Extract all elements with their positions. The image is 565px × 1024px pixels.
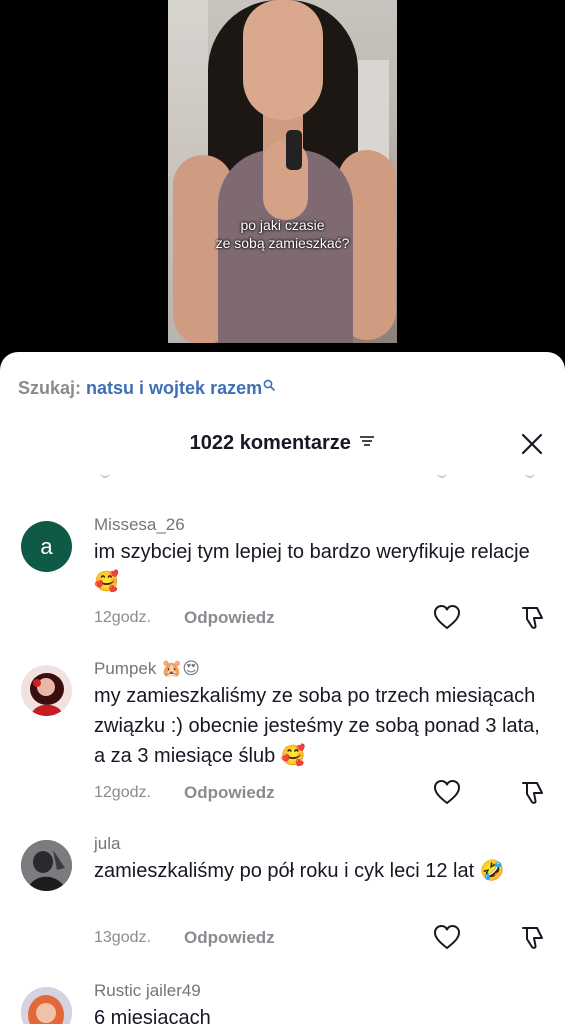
video-frame	[168, 0, 397, 343]
comment-username[interactable]: Pumpek 🐹😍	[94, 659, 200, 679]
comments-header: 1022 komentarze	[0, 432, 565, 460]
reply-button[interactable]: Odpowiedz	[184, 928, 275, 948]
avatar[interactable]	[21, 987, 72, 1024]
comment-text: my zamieszkaliśmy ze soba po trzech mies…	[94, 685, 540, 767]
dislike-icon[interactable]	[518, 603, 546, 631]
comment-item: Rustic jailer49 6 miesiącach	[0, 980, 565, 1024]
dislike-icon[interactable]	[518, 923, 546, 951]
comments-sheet: Szukaj: natsu i wojtek razem 1022 koment…	[0, 352, 565, 1024]
video-caption: po jaki czasie ze sobą zamieszkać?	[168, 216, 397, 252]
comment-username[interactable]: jula	[94, 834, 120, 854]
search-term-link[interactable]: natsu i wojtek razem	[86, 378, 262, 398]
peek-mark	[100, 470, 110, 478]
sort-icon[interactable]	[359, 434, 375, 453]
avatar[interactable]	[21, 665, 72, 716]
heart-icon[interactable]	[433, 604, 461, 630]
peek-mark	[525, 470, 535, 478]
reply-button[interactable]: Odpowiedz	[184, 783, 275, 803]
caption-line-2: ze sobą zamieszkać?	[215, 235, 350, 251]
heart-icon[interactable]	[433, 779, 461, 805]
comments-count-title: 1022 komentarze	[189, 432, 351, 454]
search-prefix: Szukaj:	[18, 378, 82, 398]
comment-text: im szybciej tym lepiej to bardzo weryfik…	[94, 541, 530, 593]
avatar[interactable]: a	[21, 521, 72, 572]
comment-item: Pumpek 🐹😍 my zamieszkaliśmy ze soba po t…	[0, 658, 565, 808]
heart-icon[interactable]	[433, 924, 461, 950]
previous-comment-peek	[0, 470, 565, 484]
reply-button[interactable]: Odpowiedz	[184, 608, 275, 628]
comment-item: a Missesa_26 im szybciej tym lepiej to b…	[0, 514, 565, 632]
comment-time: 12godz.	[94, 784, 151, 801]
comment-username[interactable]: Rustic jailer49	[94, 981, 201, 1001]
avatar-letter: a	[40, 534, 53, 559]
caption-line-1: po jaki czasie	[240, 217, 325, 233]
dislike-icon[interactable]	[518, 778, 546, 806]
search-suggestion[interactable]: Szukaj: natsu i wojtek razem	[18, 376, 275, 400]
peek-mark	[437, 470, 447, 478]
comment-text: 6 miesiącach	[94, 1007, 211, 1024]
close-icon[interactable]	[521, 433, 543, 455]
avatar[interactable]	[21, 840, 72, 891]
comment-time: 13godz.	[94, 929, 151, 946]
comment-item: jula zamieszkaliśmy po pół roku i cyk le…	[0, 833, 565, 951]
comment-text: zamieszkaliśmy po pół roku i cyk leci 12…	[94, 860, 505, 882]
comment-time: 12godz.	[94, 609, 151, 626]
comment-username[interactable]: Missesa_26	[94, 515, 185, 535]
search-icon	[263, 373, 275, 397]
video-player[interactable]: po jaki czasie ze sobą zamieszkać?	[0, 0, 565, 370]
video-person-face	[243, 0, 323, 120]
video-microphone	[286, 130, 302, 170]
